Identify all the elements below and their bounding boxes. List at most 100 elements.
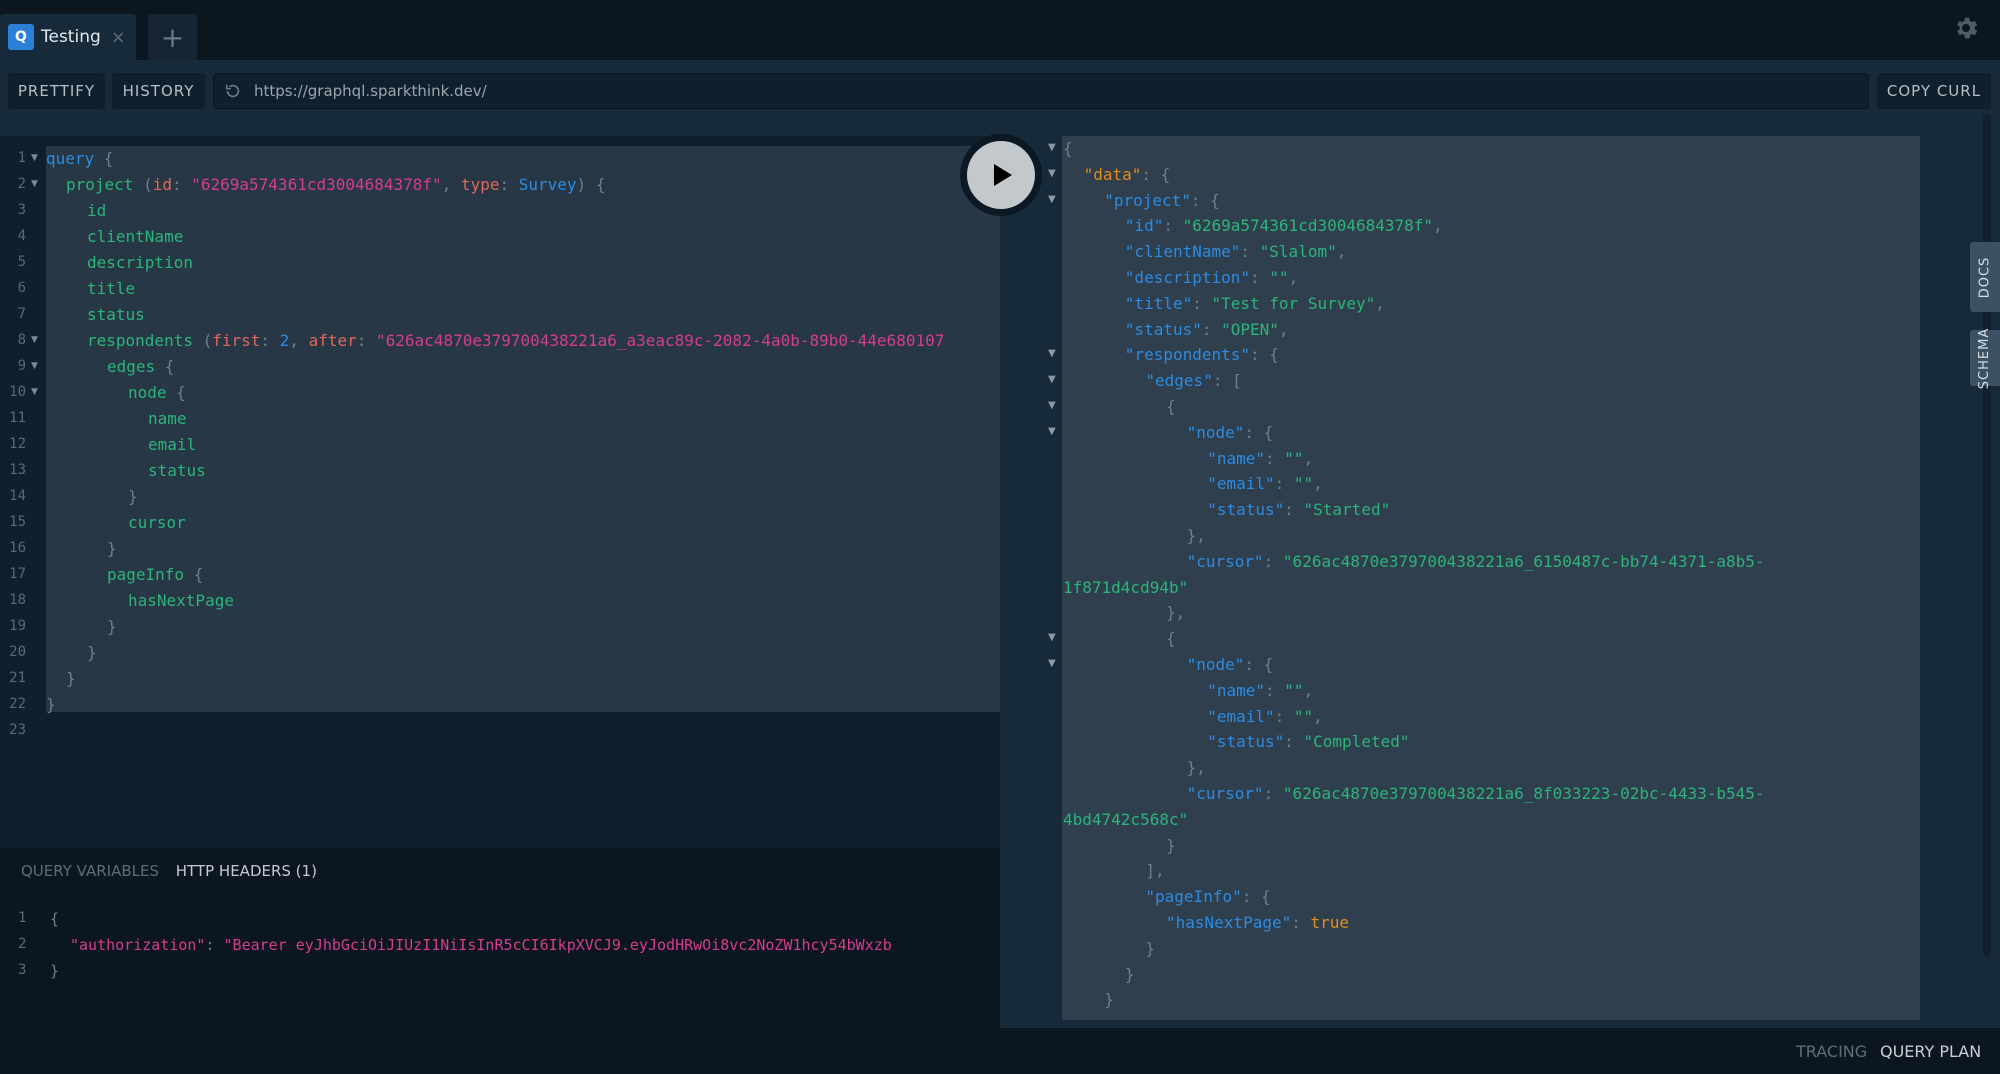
fold-arrow-icon[interactable]: ▼: [1048, 142, 1056, 153]
keyword-query: query: [46, 149, 95, 168]
line-number: 5: [17, 254, 26, 270]
fold-arrow-icon[interactable]: ▼: [31, 179, 38, 189]
query-plan-tab[interactable]: QUERY PLAN: [1880, 1042, 1981, 1061]
response-line: "status": "Started": [1207, 497, 1390, 523]
punctuation: ,: [1288, 268, 1299, 287]
fold-arrow-icon[interactable]: ▼: [1048, 426, 1056, 437]
response-line: "email": "",: [1207, 704, 1323, 730]
punctuation: :: [499, 175, 519, 194]
toolbar: PRETTIFY HISTORY https://graphql.sparkth…: [0, 60, 2000, 120]
argument: type: [460, 175, 500, 194]
json-key: "name": [1207, 680, 1265, 700]
response-line: "cursor": "626ac4870e379700438221a6_8f03…: [1187, 781, 1765, 807]
response-line: "node": {: [1187, 420, 1274, 446]
json-key: "email": [1207, 706, 1275, 726]
json-key: "status": [1207, 732, 1285, 752]
response-line: }: [1104, 987, 1114, 1013]
response-line: "status": "Completed": [1207, 729, 1409, 755]
punctuation: {: [1166, 629, 1176, 649]
play-icon: [994, 164, 1012, 186]
response-line: "description": "",: [1125, 265, 1298, 291]
line-number: 2: [17, 176, 26, 192]
fold-arrow-icon[interactable]: ▼: [31, 335, 38, 345]
line-number: 19: [9, 618, 26, 634]
fold-arrow-icon[interactable]: ▼: [31, 153, 38, 163]
punctuation: :: [1263, 551, 1283, 571]
fold-arrow-icon[interactable]: ▼: [1048, 374, 1056, 385]
response-line: }: [1145, 936, 1155, 962]
prettify-button[interactable]: PRETTIFY: [8, 73, 105, 109]
schema-tab[interactable]: SCHEMA: [1970, 327, 2000, 389]
json-key: "description": [1124, 268, 1251, 287]
punctuation: : [: [1212, 371, 1242, 391]
tab-title: Testing: [41, 27, 101, 47]
docs-tab[interactable]: DOCS: [1970, 242, 2000, 312]
fold-arrow-icon[interactable]: ▼: [31, 387, 38, 397]
json-value: "Completed": [1303, 732, 1410, 752]
line-number: 18: [9, 592, 26, 608]
gear-icon[interactable]: [1952, 14, 1980, 42]
code-line: edges {: [107, 354, 174, 380]
response-line: "respondents": {: [1125, 342, 1279, 368]
line-number: 14: [9, 488, 26, 504]
fold-arrow-icon[interactable]: ▼: [1048, 168, 1056, 179]
fold-arrow-icon[interactable]: ▼: [31, 361, 38, 371]
punctuation: },: [1166, 603, 1186, 623]
fold-arrow-icon[interactable]: ▼: [1048, 348, 1056, 359]
punctuation: }: [1104, 990, 1114, 1010]
footer: TRACING QUERY PLAN: [0, 1028, 2000, 1074]
line-number: 11: [9, 410, 26, 426]
string-value: "6269a574361cd3004684378f": [191, 175, 442, 194]
response-scrollbar[interactable]: [1983, 114, 1991, 956]
code-line: }: [46, 695, 56, 714]
fold-arrow-icon[interactable]: ▼: [1048, 400, 1056, 411]
endpoint-url: https://graphql.sparkthink.dev/: [254, 82, 487, 100]
reload-icon[interactable]: [224, 82, 242, 100]
response-line: "hasNextPage": true: [1166, 910, 1349, 936]
run-query-button[interactable]: [960, 134, 1042, 216]
tab-testing[interactable]: Q Testing ×: [0, 14, 136, 60]
response-line: "name": "",: [1207, 678, 1313, 704]
tab-query-variables[interactable]: QUERY VARIABLES: [21, 862, 159, 880]
editor-top-strip: [0, 120, 1000, 136]
fold-arrow-icon[interactable]: ▼: [1048, 632, 1056, 643]
code-line: pageInfo {: [107, 562, 203, 588]
query-selection-highlight: [46, 146, 1000, 712]
endpoint-url-input[interactable]: https://graphql.sparkthink.dev/: [213, 73, 1869, 109]
fold-arrow-icon[interactable]: ▼: [1048, 658, 1056, 669]
punctuation: (: [192, 331, 213, 350]
punctuation: {: [1166, 397, 1176, 416]
punctuation: :: [260, 331, 280, 350]
punctuation: :: [356, 331, 377, 350]
json-value: "Started": [1303, 500, 1391, 520]
close-icon[interactable]: ×: [111, 27, 126, 48]
json-value: "": [1293, 706, 1314, 726]
punctuation: },: [1186, 758, 1206, 778]
response-line: "project": {: [1104, 188, 1220, 214]
json-key: "project": [1104, 190, 1191, 210]
punctuation: ,: [1303, 448, 1314, 468]
json-key: "status": [1124, 319, 1202, 339]
line-number: 16: [9, 540, 26, 556]
tab-http-headers[interactable]: HTTP HEADERS (1): [176, 862, 317, 880]
headers-line[interactable]: "authorization": "Bearer eyJhbGciOiJIUzI…: [70, 932, 1000, 958]
line-number: 20: [9, 644, 26, 660]
response-line: "name": "",: [1207, 446, 1313, 472]
tracing-tab[interactable]: TRACING: [1796, 1042, 1867, 1061]
history-button[interactable]: HISTORY: [112, 73, 205, 109]
punctuation: ,: [1303, 680, 1314, 700]
fold-arrow-icon[interactable]: ▼: [1048, 194, 1056, 205]
punctuation: (: [133, 175, 153, 194]
copy-curl-button[interactable]: COPY CURL: [1877, 73, 1991, 109]
new-tab-button[interactable]: +: [148, 14, 197, 60]
punctuation: :: [1274, 706, 1294, 726]
argument: first: [212, 331, 261, 350]
response-line: ],: [1145, 858, 1164, 884]
punctuation: }: [1145, 938, 1156, 958]
code-line: title: [87, 279, 136, 298]
argument: id: [152, 175, 172, 194]
line-number: 12: [9, 436, 26, 452]
punctuation: ],: [1145, 861, 1165, 881]
json-value: "": [1284, 680, 1304, 700]
line-number: 23: [9, 722, 26, 738]
